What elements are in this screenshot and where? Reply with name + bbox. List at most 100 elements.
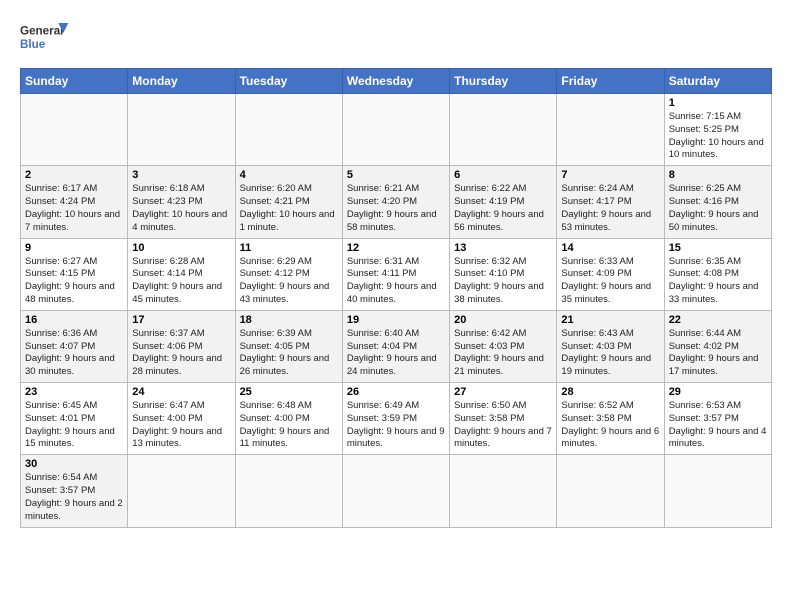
logo: General Blue [20,16,70,60]
day-number: 12 [347,242,445,254]
day-header-friday: Friday [557,69,664,94]
calendar-cell: 17Sunrise: 6:37 AM Sunset: 4:06 PM Dayli… [128,310,235,382]
calendar-cell [557,455,664,527]
calendar-cell: 19 Sunrise: 6:40 AM Sunset: 4:04 PM Dayli… [342,310,449,382]
week-row-1: 1 Sunrise: 7:15 AM Sunset: 5:25 PM Daylig… [21,94,772,166]
week-row-6: 30 Sunrise: 6:54 AM Sunset: 3:57 PM Dayli… [21,455,772,527]
calendar-cell: 27 Sunrise: 6:50 AM Sunset: 3:58 PM Dayli… [450,383,557,455]
calendar-cell: 22 Sunrise: 6:44 AM Sunset: 4:02 PM Dayli… [664,310,771,382]
day-header-thursday: Thursday [450,69,557,94]
day-header-row: SundayMondayTuesdayWednesdayThursdayFrid… [21,69,772,94]
day-number: 19 [347,314,445,326]
calendar-cell: 13 Sunrise: 6:32 AM Sunset: 4:10 PM Dayli… [450,238,557,310]
calendar-cell: 15 Sunrise: 6:35 AM Sunset: 4:08 PM Dayli… [664,238,771,310]
day-number: 7 [561,169,659,181]
day-info: Sunrise: 6:18 AM Sunset: 4:23 PM Dayligh… [132,183,230,234]
week-row-2: 2 Sunrise: 6:17 AM Sunset: 4:24 PM Daylig… [21,166,772,238]
day-info: Sunrise: 6:42 AM Sunset: 4:03 PM Dayligh… [454,328,552,379]
week-row-3: 9Sunrise: 6:27 AM Sunset: 4:15 PM Daylig… [21,238,772,310]
day-info: Sunrise: 6:50 AM Sunset: 3:58 PM Dayligh… [454,400,552,451]
svg-text:Blue: Blue [20,38,46,51]
day-info: Sunrise: 6:33 AM Sunset: 4:09 PM Dayligh… [561,256,659,307]
calendar-cell [21,94,128,166]
day-number: 28 [561,386,659,398]
calendar-cell: 12Sunrise: 6:31 AM Sunset: 4:11 PM Dayli… [342,238,449,310]
calendar-cell: 30 Sunrise: 6:54 AM Sunset: 3:57 PM Dayli… [21,455,128,527]
day-header-saturday: Saturday [664,69,771,94]
day-number: 27 [454,386,552,398]
svg-text:General: General [20,25,63,38]
calendar-cell: 25 Sunrise: 6:48 AM Sunset: 4:00 PM Dayli… [235,383,342,455]
calendar-cell [664,455,771,527]
day-number: 23 [25,386,123,398]
day-number: 18 [240,314,338,326]
calendar-cell: 20 Sunrise: 6:42 AM Sunset: 4:03 PM Dayli… [450,310,557,382]
calendar-cell [342,455,449,527]
day-info: Sunrise: 6:44 AM Sunset: 4:02 PM Dayligh… [669,328,767,379]
calendar-table: SundayMondayTuesdayWednesdayThursdayFrid… [20,68,772,528]
day-number: 13 [454,242,552,254]
day-info: Sunrise: 6:54 AM Sunset: 3:57 PM Dayligh… [25,472,123,523]
day-info: Sunrise: 6:25 AM Sunset: 4:16 PM Dayligh… [669,183,767,234]
day-info: Sunrise: 6:35 AM Sunset: 4:08 PM Dayligh… [669,256,767,307]
calendar-cell: 28 Sunrise: 6:52 AM Sunset: 3:58 PM Dayli… [557,383,664,455]
day-info: Sunrise: 6:20 AM Sunset: 4:21 PM Dayligh… [240,183,338,234]
day-info: Sunrise: 7:15 AM Sunset: 5:25 PM Dayligh… [669,111,767,162]
day-number: 10 [132,242,230,254]
calendar-cell: 9Sunrise: 6:27 AM Sunset: 4:15 PM Daylig… [21,238,128,310]
day-number: 14 [561,242,659,254]
calendar-cell: 26 Sunrise: 6:49 AM Sunset: 3:59 PM Dayli… [342,383,449,455]
calendar-cell: 8 Sunrise: 6:25 AM Sunset: 4:16 PM Daylig… [664,166,771,238]
calendar-cell [450,94,557,166]
calendar-cell: 18 Sunrise: 6:39 AM Sunset: 4:05 PM Dayli… [235,310,342,382]
day-info: Sunrise: 6:32 AM Sunset: 4:10 PM Dayligh… [454,256,552,307]
day-info: Sunrise: 6:27 AM Sunset: 4:15 PM Dayligh… [25,256,123,307]
calendar-cell [557,94,664,166]
day-number: 25 [240,386,338,398]
day-info: Sunrise: 6:48 AM Sunset: 4:00 PM Dayligh… [240,400,338,451]
calendar-cell: 5 Sunrise: 6:21 AM Sunset: 4:20 PM Daylig… [342,166,449,238]
calendar-cell [235,455,342,527]
day-number: 30 [25,458,123,470]
day-info: Sunrise: 6:29 AM Sunset: 4:12 PM Dayligh… [240,256,338,307]
day-number: 29 [669,386,767,398]
week-row-5: 23Sunrise: 6:45 AM Sunset: 4:01 PM Dayli… [21,383,772,455]
page: General Blue SundayMondayTuesdayWednesda… [0,0,792,538]
day-info: Sunrise: 6:49 AM Sunset: 3:59 PM Dayligh… [347,400,445,451]
day-number: 26 [347,386,445,398]
calendar-cell: 3 Sunrise: 6:18 AM Sunset: 4:23 PM Daylig… [128,166,235,238]
day-info: Sunrise: 6:17 AM Sunset: 4:24 PM Dayligh… [25,183,123,234]
day-number: 24 [132,386,230,398]
day-header-sunday: Sunday [21,69,128,94]
day-number: 15 [669,242,767,254]
day-number: 16 [25,314,123,326]
day-info: Sunrise: 6:39 AM Sunset: 4:05 PM Dayligh… [240,328,338,379]
calendar-cell [128,94,235,166]
day-info: Sunrise: 6:24 AM Sunset: 4:17 PM Dayligh… [561,183,659,234]
day-number: 22 [669,314,767,326]
calendar-cell: 24Sunrise: 6:47 AM Sunset: 4:00 PM Dayli… [128,383,235,455]
calendar-cell: 23Sunrise: 6:45 AM Sunset: 4:01 PM Dayli… [21,383,128,455]
day-number: 20 [454,314,552,326]
day-number: 17 [132,314,230,326]
day-number: 1 [669,97,767,109]
day-number: 3 [132,169,230,181]
calendar-cell [235,94,342,166]
calendar-cell [128,455,235,527]
day-number: 8 [669,169,767,181]
calendar-cell [450,455,557,527]
day-info: Sunrise: 6:21 AM Sunset: 4:20 PM Dayligh… [347,183,445,234]
day-header-tuesday: Tuesday [235,69,342,94]
day-number: 5 [347,169,445,181]
day-number: 11 [240,242,338,254]
header: General Blue [20,16,772,60]
day-info: Sunrise: 6:40 AM Sunset: 4:04 PM Dayligh… [347,328,445,379]
day-number: 4 [240,169,338,181]
day-info: Sunrise: 6:53 AM Sunset: 3:57 PM Dayligh… [669,400,767,451]
calendar-cell: 7 Sunrise: 6:24 AM Sunset: 4:17 PM Daylig… [557,166,664,238]
day-number: 21 [561,314,659,326]
day-header-wednesday: Wednesday [342,69,449,94]
day-number: 2 [25,169,123,181]
day-info: Sunrise: 6:52 AM Sunset: 3:58 PM Dayligh… [561,400,659,451]
day-header-monday: Monday [128,69,235,94]
